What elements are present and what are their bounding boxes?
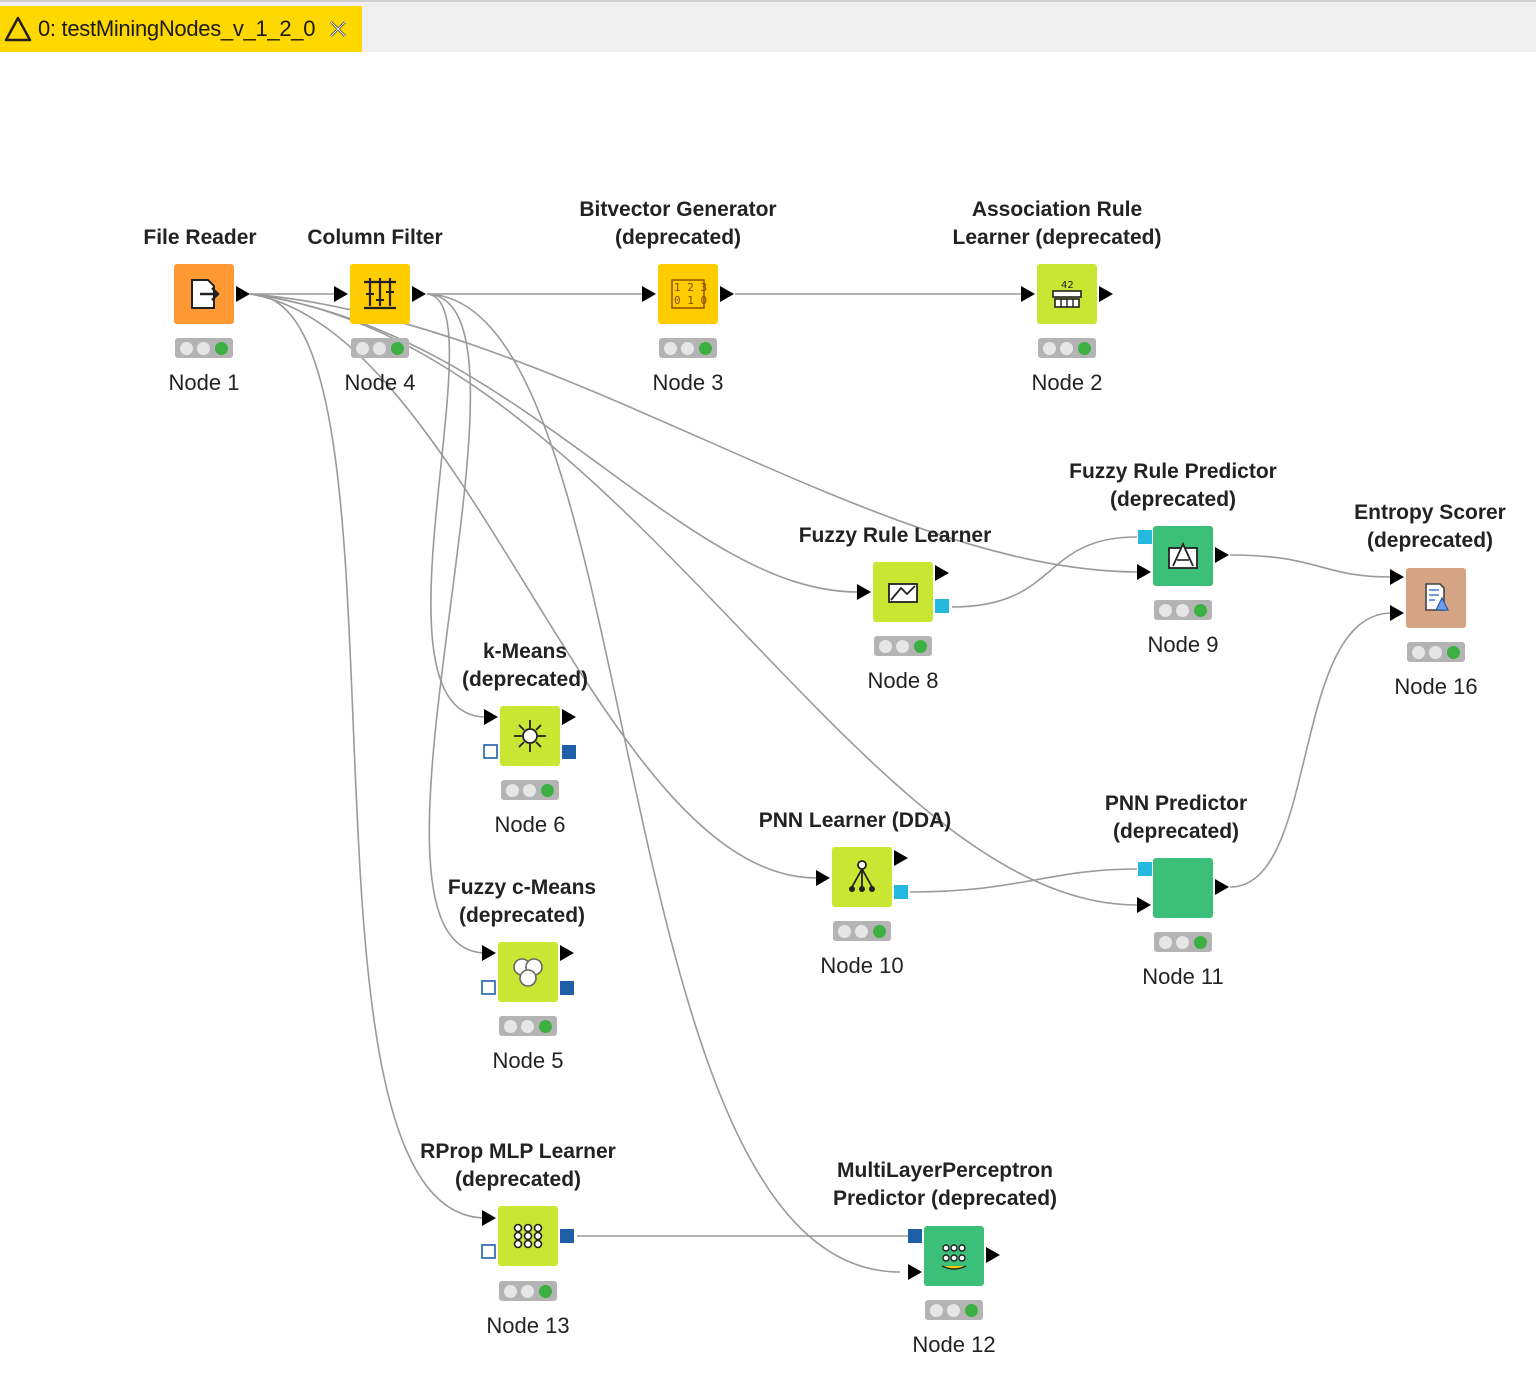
- pnn-learner-icon: [849, 860, 875, 892]
- file-reader-icon: [191, 279, 220, 309]
- node-title: Bitvector Generator (deprecated): [579, 198, 777, 249]
- node-label[interactable]: Node 3: [588, 370, 788, 396]
- node-status-light: [659, 338, 717, 358]
- node-pnn-learner[interactable]: [832, 847, 892, 907]
- node-column-filter[interactable]: [350, 264, 410, 324]
- node-label[interactable]: Node 11: [1083, 964, 1283, 990]
- node-label[interactable]: Node 1: [104, 370, 304, 396]
- node-title: MultiLayerPerceptron Predictor (deprecat…: [832, 1159, 1058, 1210]
- node-status-light: [1154, 600, 1212, 620]
- node-title: k-Means (deprecated): [461, 640, 589, 691]
- warning-triangle-icon: [4, 16, 32, 42]
- node-fuzzy-c-means[interactable]: [498, 942, 558, 1002]
- node-status-light: [1038, 338, 1096, 358]
- mlp-predictor-icon: [941, 1244, 967, 1270]
- node-fuzzy-rule-learner[interactable]: [873, 562, 933, 622]
- node-title: Entropy Scorer (deprecated): [1354, 501, 1506, 552]
- mlp-learner-icon: [513, 1223, 543, 1249]
- node-title: PNN Predictor (deprecated): [1104, 792, 1248, 843]
- editor-tab-bar: 0: testMiningNodes_v_1_2_0: [0, 0, 1536, 52]
- node-file-reader[interactable]: [174, 264, 234, 324]
- node-label[interactable]: Node 4: [280, 370, 480, 396]
- node-association-rule-learner[interactable]: 42: [1037, 264, 1097, 324]
- node-status-light: [1154, 932, 1212, 952]
- node-label[interactable]: Node 6: [430, 812, 630, 838]
- svg-text:1 2 3: 1 2 3: [674, 281, 707, 294]
- node-title: PNN Learner (DDA): [758, 809, 952, 832]
- node-label[interactable]: Node 13: [428, 1313, 628, 1339]
- fuzzy-rule-icon: [888, 583, 918, 603]
- workflow-tab-title: 0: testMiningNodes_v_1_2_0: [38, 16, 316, 41]
- node-fuzzy-rule-predictor[interactable]: [1153, 526, 1213, 586]
- node-mlp-predictor[interactable]: [924, 1226, 984, 1286]
- svg-text:0 1 0: 0 1 0: [674, 294, 707, 307]
- workflow-tab[interactable]: 0: testMiningNodes_v_1_2_0: [0, 6, 362, 52]
- svg-text:42: 42: [1061, 280, 1074, 291]
- node-label[interactable]: Node 16: [1336, 674, 1536, 700]
- node-pnn-predictor[interactable]: [1153, 858, 1213, 918]
- node-bitvector-generator[interactable]: 1 2 3 0 1 0: [658, 264, 718, 324]
- node-title: Column Filter: [307, 226, 443, 249]
- node-status-light: [351, 338, 409, 358]
- node-status-light: [501, 780, 559, 800]
- node-label[interactable]: Node 8: [803, 668, 1003, 694]
- node-status-light: [1407, 642, 1465, 662]
- association-rule-icon: 42: [1052, 280, 1082, 308]
- node-label[interactable]: Node 12: [854, 1332, 1054, 1358]
- kmeans-icon: [514, 720, 546, 752]
- node-rprop-mlp-learner[interactable]: [498, 1206, 558, 1266]
- entropy-scorer-icon: [1425, 583, 1449, 611]
- node-status-light: [499, 1281, 557, 1301]
- node-label[interactable]: Node 9: [1083, 632, 1283, 658]
- column-filter-icon: [364, 278, 396, 310]
- workflow-canvas[interactable]: [0, 52, 1536, 1393]
- bitvector-icon: 1 2 3 0 1 0: [671, 279, 707, 309]
- node-label[interactable]: Node 2: [967, 370, 1167, 396]
- node-status-light: [175, 338, 233, 358]
- node-title: Fuzzy c-Means (deprecated): [447, 876, 597, 927]
- node-status-light: [874, 636, 932, 656]
- node-title: Fuzzy Rule Predictor (deprecated): [1069, 460, 1277, 511]
- node-title: Fuzzy Rule Learner: [798, 524, 992, 547]
- fuzzy-predictor-icon: [1168, 541, 1198, 569]
- fuzzy-cmeans-icon: [513, 958, 543, 987]
- node-status-light: [925, 1300, 983, 1320]
- node-status-light: [833, 921, 891, 941]
- node-title: Association Rule Learner (deprecated): [952, 198, 1162, 249]
- close-icon[interactable]: [327, 18, 349, 40]
- node-entropy-scorer[interactable]: [1406, 568, 1466, 628]
- node-label[interactable]: Node 5: [428, 1048, 628, 1074]
- node-title: RProp MLP Learner (deprecated): [420, 1140, 616, 1191]
- node-label[interactable]: Node 10: [762, 953, 962, 979]
- node-status-light: [499, 1016, 557, 1036]
- node-k-means[interactable]: [500, 706, 560, 766]
